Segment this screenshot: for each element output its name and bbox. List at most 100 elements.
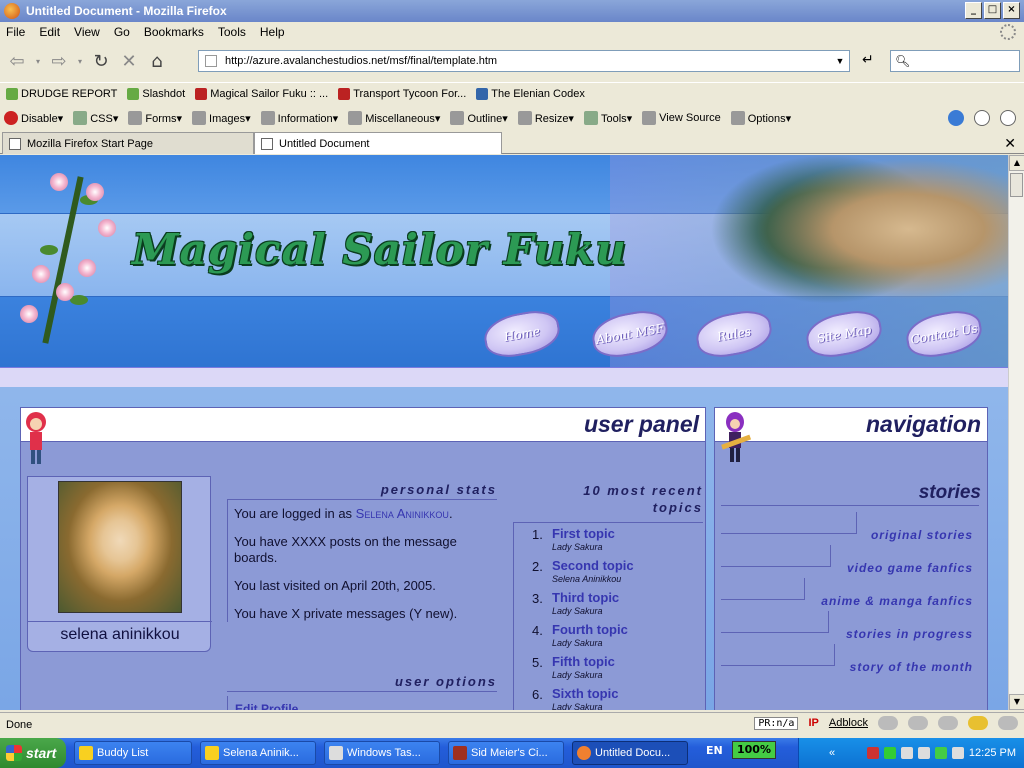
dev-outline[interactable]: Outline▾ (450, 111, 508, 125)
avatar-box: selena aninikkou (27, 476, 212, 652)
stop-icon[interactable]: ✕ (116, 48, 142, 74)
story-link-month[interactable]: story of the month (850, 660, 973, 674)
topic-link[interactable]: Second topic (552, 558, 634, 573)
tray-icon[interactable] (866, 747, 879, 759)
start-button[interactable]: start (0, 738, 66, 768)
site-logo[interactable]: Magical Sailor Fuku (132, 225, 627, 274)
story-link-original[interactable]: original stories (871, 528, 973, 542)
weather-rain-icon[interactable] (998, 716, 1018, 730)
scroll-up-icon[interactable]: ▲ (1009, 155, 1024, 171)
menu-file[interactable]: File (6, 25, 25, 39)
bookmark-msf[interactable]: Magical Sailor Fuku :: ... (195, 87, 328, 100)
go-arrow-icon[interactable]: ↵ (862, 52, 874, 68)
weather-rain-icon[interactable] (938, 716, 958, 730)
last-visit-text: You last visited on April 20th, 2005. (234, 578, 436, 593)
blossom (86, 183, 104, 201)
tray-icon[interactable] (883, 747, 896, 759)
reload-icon[interactable]: ↻ (88, 48, 114, 74)
tab-start-page[interactable]: Mozilla Firefox Start Page (2, 132, 254, 154)
bookmark-slashdot[interactable]: Slashdot (127, 87, 185, 100)
menu-help[interactable]: Help (260, 25, 285, 39)
dev-information[interactable]: Information▾ (260, 111, 338, 125)
status-text: Done (6, 718, 33, 731)
scroll-down-icon[interactable]: ▼ (1009, 694, 1024, 710)
menu-bookmarks[interactable]: Bookmarks (144, 25, 204, 39)
edit-profile-link[interactable]: Edit Profile (235, 702, 298, 710)
weather-cloud-icon[interactable] (878, 716, 898, 730)
maximize-button[interactable]: □ (984, 2, 1001, 19)
address-dropdown-icon[interactable]: ▼ (833, 53, 847, 69)
signal-icon[interactable] (934, 747, 947, 759)
blossom (20, 305, 38, 323)
blossom (98, 219, 116, 237)
minimize-button[interactable]: _ (965, 2, 982, 19)
topic-author: Lady Sakura (552, 702, 603, 710)
dev-disable[interactable]: Disable▾ (4, 111, 63, 125)
bookmark-drudge[interactable]: DRUDGE REPORT (6, 87, 117, 100)
leaf (40, 245, 58, 255)
network-icon[interactable] (951, 747, 964, 759)
menu-go[interactable]: Go (114, 25, 130, 39)
address-bar[interactable]: http://azure.avalanchestudios.net/msf/fi… (198, 50, 850, 72)
bookmark-icon (195, 87, 208, 100)
dev-tools[interactable]: Tools▾ (583, 111, 632, 125)
story-link-in-progress[interactable]: stories in progress (846, 627, 973, 641)
menu-tools[interactable]: Tools (218, 25, 246, 39)
pagerank-indicator[interactable]: PR:n/a (754, 716, 799, 730)
validate-check-icon[interactable] (948, 110, 964, 126)
back-dropdown-icon[interactable]: ▾ (32, 48, 44, 74)
scroll-thumb[interactable] (1010, 173, 1023, 197)
search-input[interactable]: 🔍︎ (890, 50, 1020, 72)
adblock-button[interactable]: Adblock (829, 717, 868, 729)
logged-in-username-link[interactable]: Selena Aninikkou (356, 506, 449, 521)
avatar[interactable] (58, 481, 182, 613)
battery-indicator[interactable]: 100% (732, 741, 776, 759)
task-firefox[interactable]: Untitled Docu... (572, 741, 688, 765)
forward-dropdown-icon[interactable]: ▾ (74, 48, 86, 74)
tray-icon[interactable] (900, 747, 913, 759)
task-buddy-list[interactable]: Buddy List (74, 741, 192, 765)
dev-miscellaneous[interactable]: Miscellaneous▾ (348, 111, 440, 125)
ip-indicator[interactable]: IP (808, 717, 818, 729)
bookmark-icon (6, 87, 18, 100)
dev-resize[interactable]: Resize▾ (517, 111, 574, 125)
topic-link[interactable]: Fourth topic (552, 622, 628, 637)
task-civilization[interactable]: Sid Meier's Ci... (448, 741, 564, 765)
close-button[interactable]: × (1003, 2, 1020, 19)
status-bar: Done PR:n/a IP Adblock (0, 712, 1024, 736)
back-arrow-icon[interactable]: ⇦ (4, 48, 30, 74)
bookmark-transport-tycoon[interactable]: Transport Tycoon For... (338, 87, 466, 100)
story-rule (721, 545, 831, 567)
tray-chevron-icon[interactable]: « (799, 747, 835, 759)
weather-sun-icon[interactable] (968, 716, 988, 730)
dev-view-source[interactable]: View Source (642, 111, 721, 125)
language-indicator[interactable]: EN (706, 744, 723, 757)
play-icon[interactable] (1000, 110, 1016, 126)
bookmark-elenian-codex[interactable]: The Elenian Codex (476, 87, 585, 100)
topic-link[interactable]: First topic (552, 526, 615, 541)
menu-edit[interactable]: Edit (39, 25, 60, 39)
forward-arrow-icon[interactable]: ⇨ (46, 48, 72, 74)
task-manager-icon (329, 746, 343, 760)
dev-options[interactable]: Options▾ (730, 111, 791, 125)
tray-icon[interactable] (917, 747, 930, 759)
dev-images[interactable]: Images▾ (192, 111, 251, 125)
dev-css[interactable]: CSS▾ (73, 111, 118, 125)
story-link-anime-manga[interactable]: anime & manga fanfics (821, 594, 973, 608)
task-windows-task-manager[interactable]: Windows Tas... (324, 741, 440, 765)
close-tab-icon[interactable]: ✕ (1004, 136, 1016, 152)
task-selena[interactable]: Selena Aninik... (200, 741, 316, 765)
topic-link[interactable]: Fifth topic (552, 654, 615, 669)
topic-link[interactable]: Third topic (552, 590, 619, 605)
vertical-scrollbar[interactable]: ▲ ▼ (1008, 155, 1024, 710)
story-rule (721, 578, 805, 600)
home-icon[interactable]: ⌂ (144, 48, 170, 74)
clock[interactable]: 12:25 PM (969, 747, 1016, 759)
topic-link[interactable]: Sixth topic (552, 686, 618, 701)
menu-view[interactable]: View (74, 25, 100, 39)
story-link-video-game[interactable]: video game fanfics (847, 561, 973, 575)
info-icon[interactable] (974, 110, 990, 126)
tab-untitled-document[interactable]: Untitled Document (254, 132, 502, 154)
weather-rain-icon[interactable] (908, 716, 928, 730)
dev-forms[interactable]: Forms▾ (128, 111, 182, 125)
